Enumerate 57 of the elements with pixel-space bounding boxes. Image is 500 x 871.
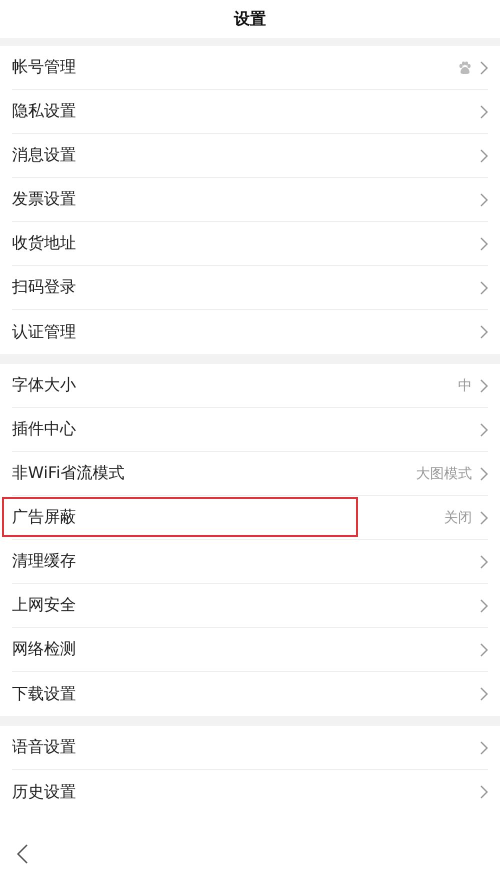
settings-row[interactable]: 收货地址 — [12, 222, 488, 266]
row-label: 广告屏蔽 — [12, 507, 77, 528]
row-label: 收货地址 — [12, 233, 77, 254]
row-label: 认证管理 — [12, 322, 77, 342]
settings-row[interactable]: 历史设置 — [12, 770, 488, 814]
row-label: 非WiFi省流模式 — [12, 463, 126, 484]
chevron-right-icon — [480, 378, 488, 392]
row-label: 消息设置 — [12, 145, 77, 166]
row-value: 关闭 — [444, 508, 472, 526]
row-label: 发票设置 — [12, 189, 77, 210]
chevron-right-icon — [480, 60, 488, 74]
row-label: 字体大小 — [12, 375, 77, 396]
settings-row[interactable]: 插件中心 — [12, 408, 488, 452]
chevron-right-icon — [480, 192, 488, 206]
row-label: 语音设置 — [12, 737, 77, 758]
row-value: 中 — [458, 376, 472, 394]
chevron-right-icon — [480, 148, 488, 162]
settings-row[interactable]: 语音设置 — [12, 726, 488, 770]
settings-row[interactable]: 下载设置 — [12, 672, 488, 716]
page-title: 设置 — [234, 8, 266, 30]
settings-row[interactable]: 发票设置 — [12, 178, 488, 222]
back-icon[interactable] — [16, 844, 28, 864]
chevron-right-icon — [480, 554, 488, 568]
settings-row[interactable]: 扫码登录 — [12, 266, 488, 310]
row-label: 网络检测 — [12, 639, 77, 660]
row-label: 帐号管理 — [12, 57, 77, 78]
row-label: 清理缓存 — [12, 551, 77, 572]
chevron-right-icon — [480, 740, 488, 754]
settings-row[interactable]: 非WiFi省流模式 大图模式 — [12, 452, 488, 496]
chevron-right-icon — [480, 422, 488, 436]
settings-row[interactable]: 上网安全 — [12, 584, 488, 628]
chevron-right-icon — [480, 598, 488, 612]
settings-row[interactable]: 广告屏蔽 关闭 — [12, 496, 488, 540]
paw-icon — [458, 60, 472, 74]
row-label: 插件中心 — [12, 419, 77, 440]
row-value: 大图模式 — [416, 464, 472, 482]
row-label: 下载设置 — [12, 684, 77, 704]
row-label: 历史设置 — [12, 782, 77, 802]
settings-row[interactable]: 帐号管理 — [12, 46, 488, 90]
settings-row[interactable]: 网络检测 — [12, 628, 488, 672]
settings-row[interactable]: 认证管理 — [12, 310, 488, 354]
chevron-right-icon — [480, 785, 488, 799]
chevron-right-icon — [480, 236, 488, 250]
settings-row[interactable]: 隐私设置 — [12, 90, 488, 134]
chevron-right-icon — [480, 325, 488, 339]
chevron-right-icon — [480, 510, 488, 524]
chevron-right-icon — [480, 280, 488, 294]
row-label: 隐私设置 — [12, 101, 77, 122]
row-label: 上网安全 — [12, 595, 77, 616]
chevron-right-icon — [480, 687, 488, 701]
settings-row[interactable]: 消息设置 — [12, 134, 488, 178]
chevron-right-icon — [480, 466, 488, 480]
settings-row[interactable]: 字体大小 中 — [12, 364, 488, 408]
chevron-right-icon — [480, 642, 488, 656]
row-label: 扫码登录 — [12, 277, 77, 298]
settings-row[interactable]: 清理缓存 — [12, 540, 488, 584]
chevron-right-icon — [480, 104, 488, 118]
